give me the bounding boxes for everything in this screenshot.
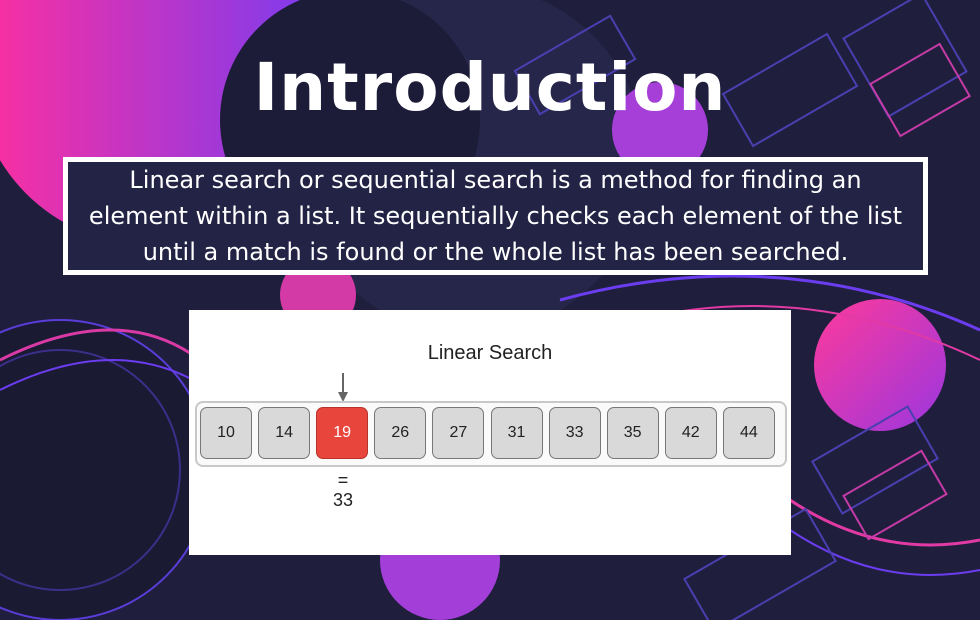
array-cell: 44 — [722, 407, 775, 459]
array-cell: 26 — [374, 407, 427, 459]
intro-text-box: Linear search or sequential search is a … — [63, 157, 928, 275]
array-cell: 42 — [664, 407, 717, 459]
slide-title: Introduction — [253, 49, 727, 126]
linear-search-figure: Linear Search 10 14 19 26 27 31 33 35 42 44 = 33 — [189, 310, 791, 555]
array-cell: 35 — [606, 407, 659, 459]
intro-line: Linear search or sequential search is a … — [129, 166, 862, 194]
intro-line: until a match is found or the whole list… — [142, 238, 849, 266]
intro-paragraph: Linear search or sequential search is a … — [89, 162, 902, 270]
array-cell: 27 — [432, 407, 485, 459]
array-cell: 31 — [490, 407, 543, 459]
bg-circle-right — [814, 299, 946, 431]
figure-title: Linear Search — [427, 342, 553, 364]
array-cell-current: 19 — [316, 407, 369, 459]
array-cell: 33 — [548, 407, 601, 459]
array-cell: 10 — [200, 407, 252, 459]
array-cell: 14 — [258, 407, 311, 459]
intro-line: element within a list. It sequentially c… — [88, 202, 903, 230]
target-value: 33 — [332, 490, 354, 510]
pointer-arrow-icon — [338, 373, 348, 402]
compare-symbol: = — [337, 470, 349, 490]
